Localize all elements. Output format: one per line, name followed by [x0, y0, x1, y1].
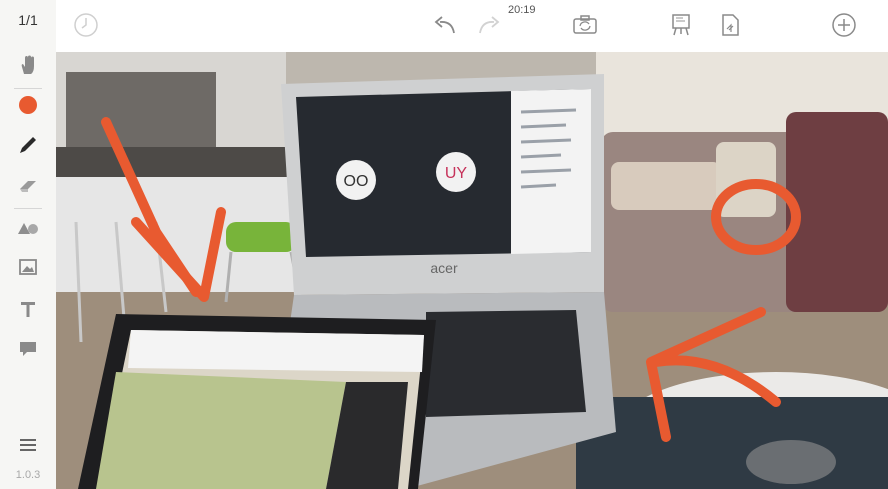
hand-icon — [21, 55, 34, 74]
color-picker-button[interactable] — [12, 90, 44, 120]
presentation-button[interactable] — [665, 10, 697, 40]
document-icon — [722, 14, 739, 36]
keyboard — [426, 310, 586, 417]
armchair — [786, 112, 888, 312]
camera-canvas[interactable]: OO UY acer — [56, 52, 888, 489]
pen-tool-button[interactable] — [12, 130, 44, 160]
easel-icon — [672, 14, 690, 36]
laptop-brand-logo: acer — [430, 260, 458, 276]
screen-circle-left-label: OO — [344, 173, 369, 190]
hand-tool-button[interactable] — [12, 50, 44, 80]
comment-tool-button[interactable] — [12, 334, 44, 364]
shapes-tool-button[interactable] — [12, 212, 44, 242]
camera-scene: OO UY acer — [56, 52, 888, 489]
redo-icon — [479, 16, 500, 34]
pen-icon — [20, 137, 36, 153]
sofa-cushion — [611, 162, 721, 210]
page-counter: 1/1 — [18, 12, 38, 28]
divider — [14, 88, 42, 89]
export-button[interactable] — [714, 10, 746, 40]
image-icon — [19, 259, 37, 275]
sofa-pillow — [716, 142, 776, 217]
clock-time: 20:19 — [508, 4, 536, 16]
image-tool-button[interactable] — [12, 252, 44, 282]
text-icon — [21, 302, 35, 317]
tablet-browser-bar — [128, 330, 424, 372]
camera-switch-button[interactable] — [569, 10, 601, 40]
mouse — [746, 440, 836, 484]
tablet-map — [96, 372, 346, 489]
text-tool-button[interactable] — [12, 294, 44, 324]
mouse-pad — [576, 397, 888, 489]
history-button[interactable] — [70, 10, 102, 40]
shapes-icon — [18, 223, 38, 234]
clock-icon — [74, 13, 98, 37]
eraser-tool-button[interactable] — [12, 170, 44, 200]
top-toolbar: 20:19 — [56, 0, 888, 53]
divider — [14, 208, 42, 209]
undo-icon — [434, 16, 455, 34]
undo-button[interactable] — [428, 10, 460, 40]
hamburger-icon — [20, 439, 36, 451]
plus-circle-icon — [832, 13, 856, 37]
kitchen-cabinet — [66, 72, 216, 152]
comment-icon — [20, 342, 36, 356]
tool-sidebar: 1/1 1.0.3 — [0, 0, 57, 489]
camera-switch-icon — [573, 15, 597, 34]
eraser-icon — [20, 181, 36, 192]
version-label: 1.0.3 — [15, 469, 41, 481]
add-page-button[interactable] — [828, 10, 860, 40]
green-chair — [226, 222, 296, 252]
menu-button[interactable] — [12, 430, 44, 460]
screen-circle-right-label: UY — [445, 165, 468, 182]
redo-button[interactable] — [474, 10, 506, 40]
color-dot-icon — [19, 96, 37, 114]
